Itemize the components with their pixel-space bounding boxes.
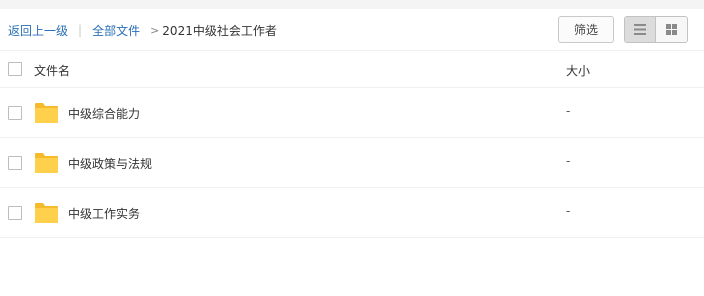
list-view-button[interactable] xyxy=(625,17,657,42)
toolbar: 返回上一级 | 全部文件 > 2021中级社会工作者 筛选 xyxy=(0,9,704,51)
file-size: - xyxy=(566,204,571,218)
file-size: - xyxy=(566,104,571,118)
table-row[interactable]: 中级工作实务 - xyxy=(0,188,704,238)
top-strip xyxy=(0,0,704,9)
folder-icon xyxy=(35,153,58,173)
folder-icon xyxy=(35,103,58,123)
file-name[interactable]: 中级政策与法规 xyxy=(68,155,152,172)
select-all-checkbox[interactable] xyxy=(8,62,22,76)
list-view-icon xyxy=(634,24,646,35)
column-header-size[interactable]: 大小 xyxy=(566,62,590,79)
row-checkbox[interactable] xyxy=(8,106,22,120)
current-folder: 2021中级社会工作者 xyxy=(162,23,277,38)
table-row[interactable]: 中级政策与法规 - xyxy=(0,138,704,188)
back-link[interactable]: 返回上一级 xyxy=(8,22,68,39)
row-checkbox[interactable] xyxy=(8,156,22,170)
chevron-right-icon: > xyxy=(150,23,160,37)
all-files-link[interactable]: 全部文件 xyxy=(92,22,140,39)
file-name[interactable]: 中级综合能力 xyxy=(68,105,140,122)
row-checkbox[interactable] xyxy=(8,206,22,220)
grid-view-button[interactable] xyxy=(656,17,687,42)
column-header-name[interactable]: 文件名 xyxy=(34,62,70,79)
breadcrumb-separator: | xyxy=(78,23,83,37)
grid-view-icon xyxy=(666,24,677,35)
filter-button[interactable]: 筛选 xyxy=(558,16,614,43)
view-toggle xyxy=(624,16,688,43)
table-header: 文件名 大小 xyxy=(0,51,704,88)
file-size: - xyxy=(566,154,571,168)
folder-icon xyxy=(35,203,58,223)
file-name[interactable]: 中级工作实务 xyxy=(68,205,140,222)
breadcrumb: 返回上一级 | 全部文件 > 2021中级社会工作者 xyxy=(8,22,277,38)
table-row[interactable]: 中级综合能力 - xyxy=(0,88,704,138)
